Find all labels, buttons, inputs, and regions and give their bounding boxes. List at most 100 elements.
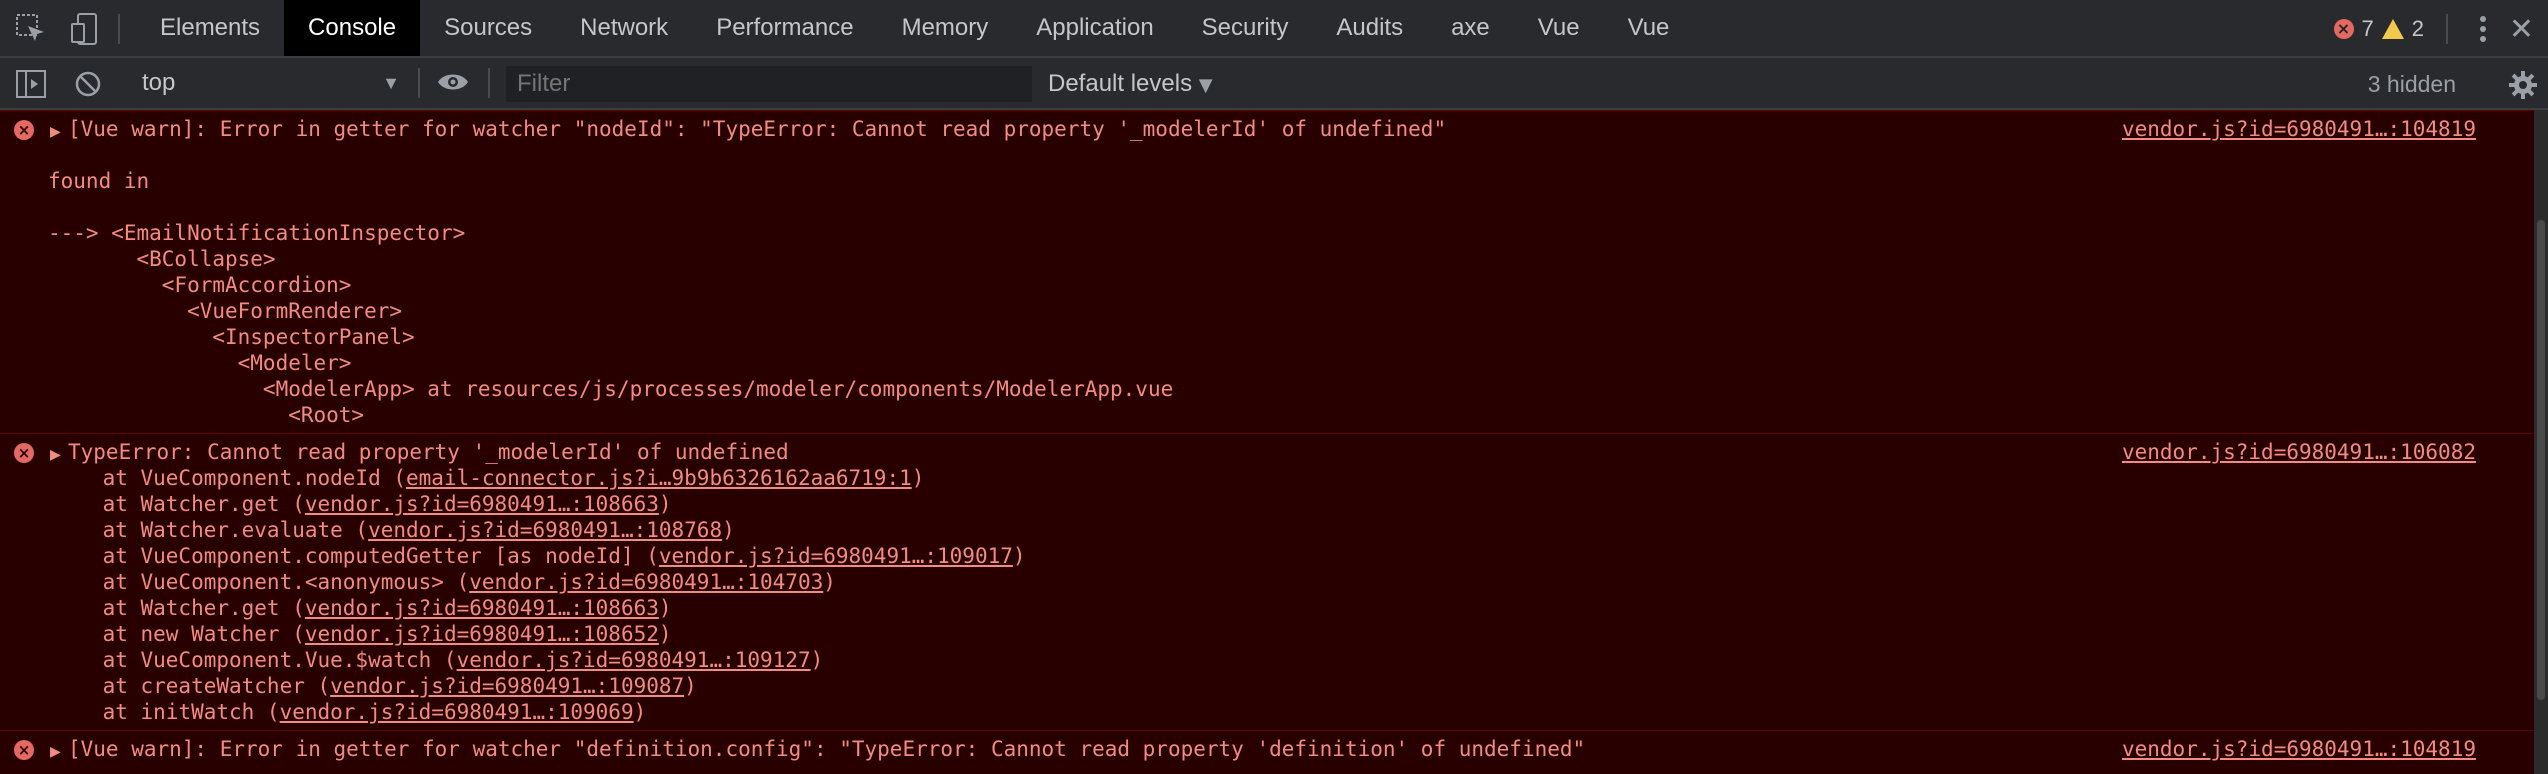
console-filter-input[interactable] bbox=[506, 66, 1032, 102]
tab-vue[interactable]: Vue bbox=[1604, 0, 1694, 56]
hidden-messages-count: 3 hidden bbox=[2367, 71, 2456, 97]
found-in-label: found in bbox=[48, 169, 150, 193]
stack-frame-link[interactable]: vendor.js?id=6980491…:109017 bbox=[659, 544, 1013, 568]
settings-gear-icon[interactable] bbox=[2508, 70, 2538, 100]
context-selector[interactable]: top ▼ bbox=[128, 66, 408, 100]
stack-frame-function: at new Watcher ( bbox=[52, 622, 305, 646]
stack-frame-close: ) bbox=[684, 674, 697, 698]
stack-frame-function: at createWatcher ( bbox=[52, 674, 331, 698]
console-toolbar: top ▼ Default levels ▼ 3 hidden bbox=[0, 58, 2548, 110]
tab-security[interactable]: Security bbox=[1178, 0, 1313, 56]
tab-elements[interactable]: Elements bbox=[136, 0, 284, 56]
devtools-tabbar: Elements Console Sources Network Performance… bbox=[0, 0, 2548, 58]
stack-frame: at new Watcher (vendor.js?id=6980491…:10… bbox=[52, 621, 672, 647]
source-link[interactable]: vendor.js?id=6980491…:106082 bbox=[2122, 439, 2476, 465]
stack-frame: at createWatcher (vendor.js?id=6980491…:… bbox=[52, 673, 697, 699]
component-tree-line: <ModelerApp> at resources/js/processes/m… bbox=[48, 377, 1174, 401]
stack-frame-close: ) bbox=[810, 648, 824, 672]
stack-frame-function: at Watcher.evaluate ( bbox=[52, 518, 369, 542]
stack-frame-function: at VueComponent.<anonymous> ( bbox=[52, 570, 470, 594]
stack-frame-function: at Watcher.get ( bbox=[52, 596, 305, 620]
scrollbar-thumb[interactable] bbox=[2537, 220, 2545, 700]
context-value: top bbox=[142, 69, 176, 96]
toolbar-divider bbox=[418, 68, 420, 98]
tab-axe[interactable]: axe bbox=[1427, 0, 1514, 56]
component-tree-line: <InspectorPanel> bbox=[48, 325, 415, 349]
console-sidebar-icon[interactable] bbox=[16, 70, 46, 98]
stack-frame-link[interactable]: vendor.js?id=6980491…:108652 bbox=[305, 622, 659, 646]
warning-count: 2 bbox=[2411, 16, 2424, 41]
chevron-down-icon: ▼ bbox=[382, 73, 400, 93]
stack-frame-link[interactable]: vendor.js?id=6980491…:109069 bbox=[280, 700, 634, 724]
tab-memory[interactable]: Memory bbox=[878, 0, 1013, 56]
source-link[interactable]: vendor.js?id=6980491…:104819 bbox=[2122, 116, 2476, 142]
toolbar-divider bbox=[488, 68, 490, 98]
clear-console-icon[interactable] bbox=[74, 70, 102, 98]
stack-frame-link[interactable]: vendor.js?id=6980491…:108663 bbox=[305, 596, 659, 620]
stack-frame: at Watcher.get (vendor.js?id=6980491…:10… bbox=[52, 491, 672, 517]
stack-frame-close: ) bbox=[911, 466, 925, 490]
stack-frame-close: ) bbox=[1012, 544, 1026, 568]
stack-frame-link[interactable]: vendor.js?id=6980491…:109127 bbox=[457, 648, 811, 672]
message-text: [Vue warn]: Error in getter for watcher … bbox=[68, 117, 1447, 141]
component-tree-line: <BCollapse> bbox=[48, 247, 276, 271]
tab-performance[interactable]: Performance bbox=[692, 0, 877, 56]
stack-frame-function: at initWatch ( bbox=[52, 700, 280, 724]
stack-frame: at initWatch (vendor.js?id=6980491…:1090… bbox=[52, 699, 647, 725]
error-icon: × bbox=[14, 443, 34, 463]
tab-console[interactable]: Console bbox=[284, 0, 421, 56]
stack-frame-close: ) bbox=[658, 622, 672, 646]
console-error-message[interactable]: × ▶ [Vue warn]: Error in getter for watc… bbox=[0, 730, 2534, 774]
console-error-message[interactable]: × ▶ [Vue warn]: Error in getter for watc… bbox=[0, 110, 2534, 430]
log-levels-label: Default levels bbox=[1048, 70, 1193, 97]
tab-sources[interactable]: Sources bbox=[420, 0, 556, 56]
stack-frame: at VueComponent.computedGetter [as nodeI… bbox=[52, 543, 1026, 569]
component-tree-line: <Modeler> bbox=[48, 351, 352, 375]
issue-counters[interactable]: × 7 2 bbox=[2333, 14, 2424, 44]
tab-vue[interactable]: Vue bbox=[1514, 0, 1604, 56]
message-text: TypeError: Cannot read property '_modele… bbox=[68, 440, 789, 464]
stack-frame-close: ) bbox=[658, 596, 672, 620]
component-tree-line: ---> <EmailNotificationInspector> bbox=[48, 221, 466, 245]
console-scrollbar[interactable] bbox=[2534, 110, 2548, 774]
stack-frame-link[interactable]: vendor.js?id=6980491…:108663 bbox=[305, 492, 659, 516]
tab-network[interactable]: Network bbox=[556, 0, 692, 56]
stack-frame-function: at Watcher.get ( bbox=[52, 492, 305, 516]
component-tree-line: <Root> bbox=[48, 403, 365, 427]
stack-frame-link[interactable]: vendor.js?id=6980491…:109087 bbox=[330, 674, 684, 698]
stack-frame-close: ) bbox=[823, 570, 836, 594]
tab-audits[interactable]: Audits bbox=[1312, 0, 1427, 56]
log-levels-dropdown[interactable]: Default levels ▼ bbox=[1048, 66, 1213, 102]
console-error-message[interactable]: × ▶ TypeError: Cannot read property '_mo… bbox=[0, 433, 2534, 730]
stack-frame-close: ) bbox=[633, 700, 647, 724]
stack-frame: at VueComponent.Vue.$watch (vendor.js?id… bbox=[52, 647, 824, 673]
stack-frame: at Watcher.get (vendor.js?id=6980491…:10… bbox=[52, 595, 672, 621]
source-link[interactable]: vendor.js?id=6980491…:104819 bbox=[2122, 736, 2476, 762]
expand-triangle-icon[interactable]: ▶ bbox=[50, 119, 61, 145]
live-expression-icon[interactable] bbox=[436, 70, 470, 94]
console-messages: × ▶ [Vue warn]: Error in getter for watc… bbox=[0, 110, 2548, 774]
stack-frame-close: ) bbox=[658, 492, 672, 516]
stack-frame: at Watcher.evaluate (vendor.js?id=698049… bbox=[52, 517, 735, 543]
component-tree-line: <VueFormRenderer> bbox=[48, 299, 403, 323]
stack-frame-close: ) bbox=[722, 518, 735, 542]
error-count-icon: × bbox=[2333, 19, 2354, 39]
error-icon: × bbox=[14, 740, 34, 760]
toolbar-divider bbox=[2446, 14, 2448, 44]
stack-frame-link[interactable]: vendor.js?id=6980491…:108768 bbox=[368, 518, 722, 542]
stack-frame-function: at VueComponent.nodeId ( bbox=[52, 466, 407, 490]
more-options-icon[interactable] bbox=[2478, 14, 2488, 44]
close-devtools-icon[interactable]: ✕ bbox=[2509, 12, 2534, 47]
stack-frame-link[interactable]: email-connector.js?i…9b9b6326162aa6719:1 bbox=[406, 466, 912, 490]
chevron-down-icon: ▼ bbox=[1198, 75, 1213, 96]
stack-frame-function: at VueComponent.Vue.$watch ( bbox=[52, 648, 457, 672]
inspect-element-icon[interactable] bbox=[14, 12, 48, 46]
tab-application[interactable]: Application bbox=[1012, 0, 1177, 56]
warning-count-icon bbox=[2381, 19, 2404, 39]
error-count: 7 bbox=[2361, 16, 2374, 41]
expand-triangle-icon[interactable]: ▶ bbox=[50, 739, 61, 765]
message-text: [Vue warn]: Error in getter for watcher … bbox=[68, 737, 1586, 761]
stack-frame: at VueComponent.nodeId (email-connector.… bbox=[52, 465, 925, 491]
stack-frame-link[interactable]: vendor.js?id=6980491…:104703 bbox=[469, 570, 823, 594]
device-toolbar-icon[interactable] bbox=[70, 12, 104, 46]
